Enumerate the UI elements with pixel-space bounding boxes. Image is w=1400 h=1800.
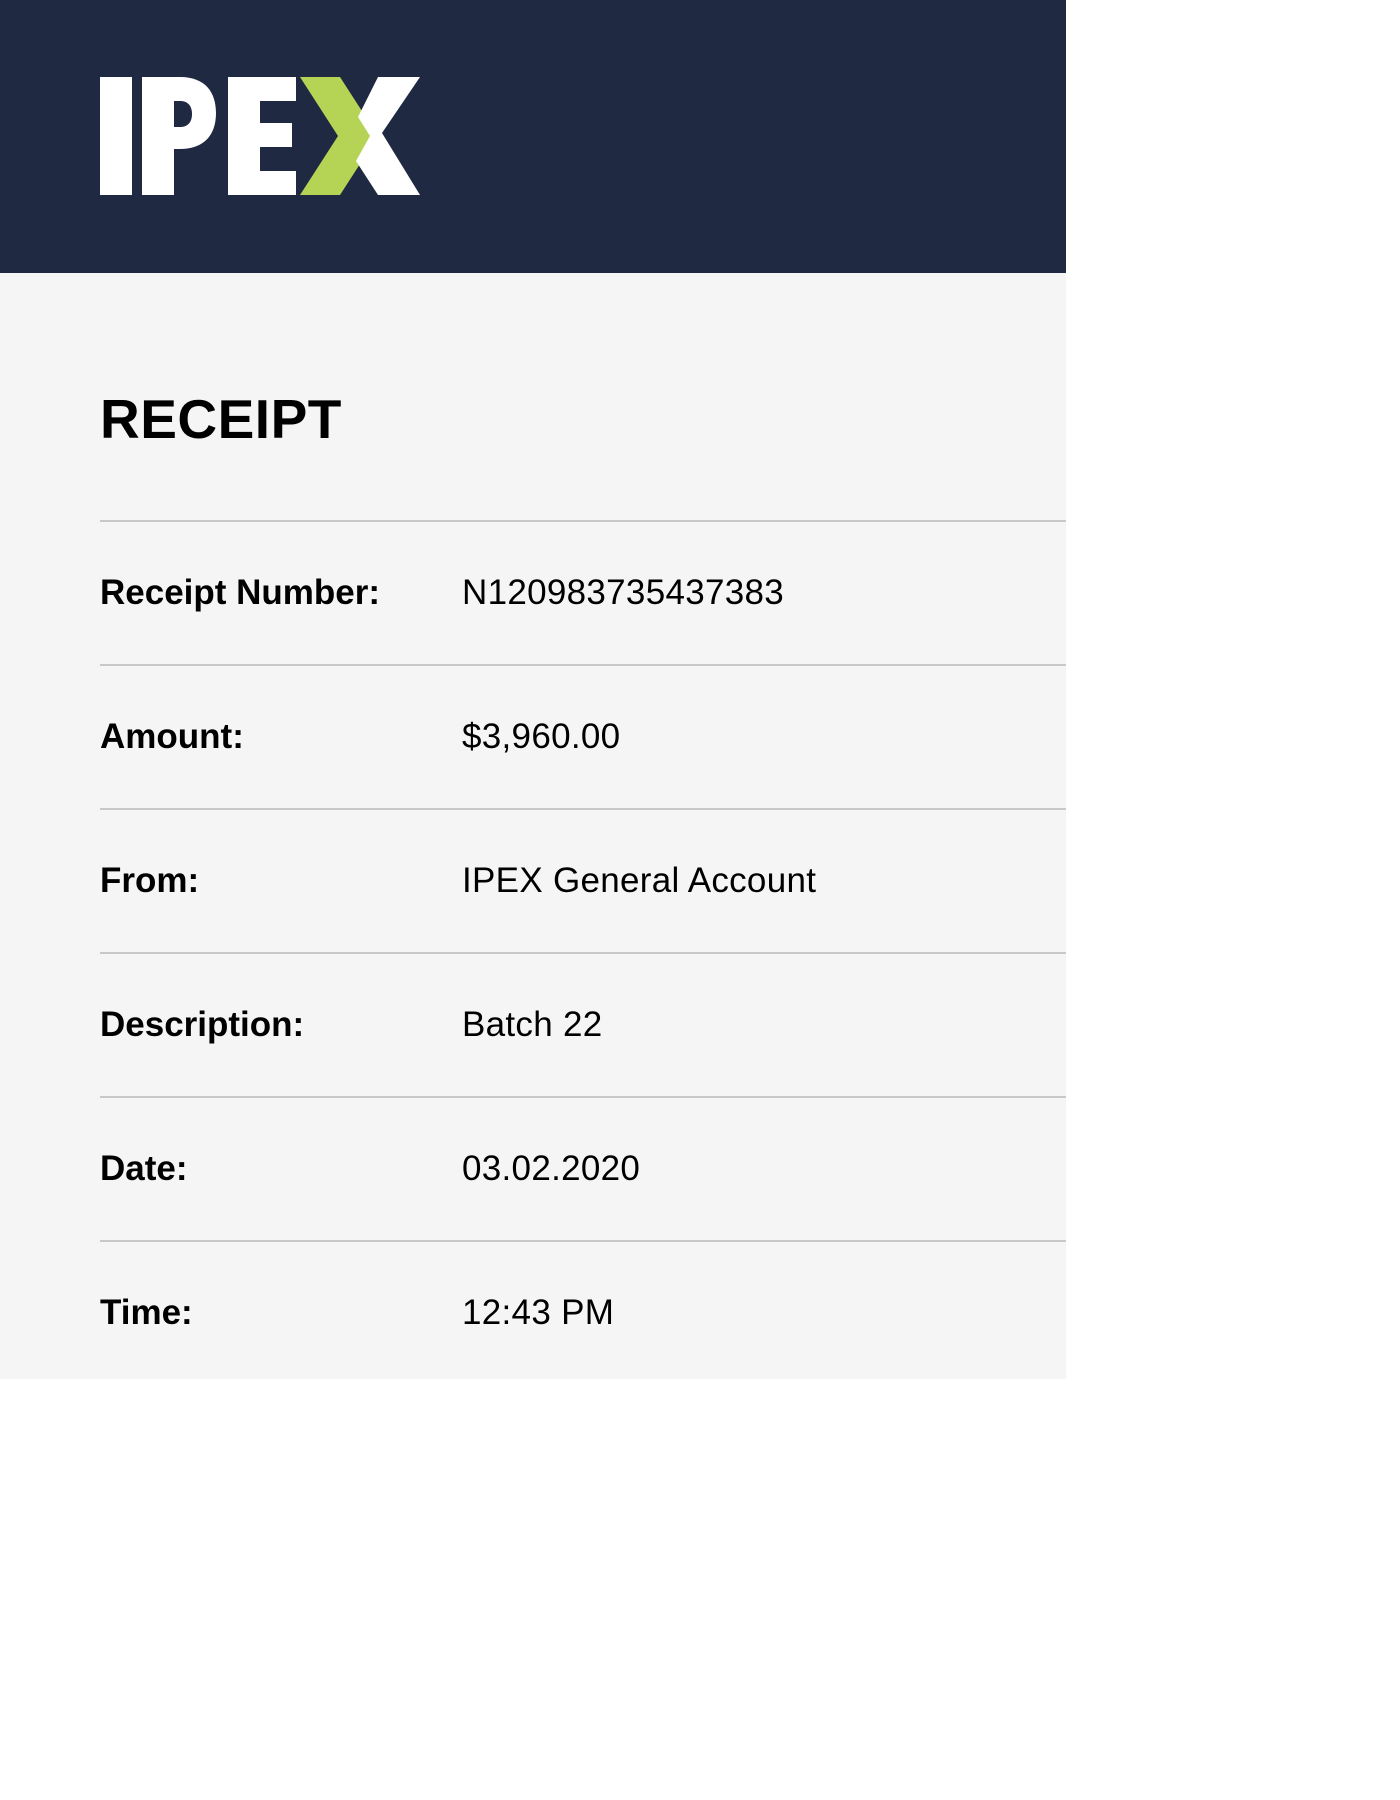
receipt-document: RECEIPT Receipt Number: N120983735437383…: [0, 0, 1066, 1379]
amount-row: Amount: $3,960.00: [100, 664, 1066, 808]
description-row: Description: Batch 22: [100, 952, 1066, 1096]
receipt-title: RECEIPT: [100, 388, 342, 450]
time-row: Time: 12:43 PM: [100, 1240, 1066, 1384]
amount-value: $3,960.00: [462, 717, 621, 756]
receipt-number-value: N120983735437383: [462, 573, 785, 612]
date-label: Date:: [100, 1149, 188, 1188]
receipt-number-label: Receipt Number:: [100, 573, 381, 612]
date-row: Date: 03.02.2020: [100, 1096, 1066, 1240]
from-label: From:: [100, 861, 200, 900]
time-label: Time:: [100, 1293, 193, 1332]
time-value: 12:43 PM: [462, 1293, 615, 1332]
from-value: IPEX General Account: [462, 861, 817, 900]
ipex-logo: [100, 77, 420, 195]
receipt-number-row: Receipt Number: N120983735437383: [100, 520, 1066, 664]
date-value: 03.02.2020: [462, 1149, 641, 1188]
from-row: From: IPEX General Account: [100, 808, 1066, 952]
receipt-header: [0, 0, 1066, 273]
description-label: Description:: [100, 1005, 305, 1044]
description-value: Batch 22: [462, 1005, 603, 1044]
receipt-details: Receipt Number: N120983735437383 Amount:…: [100, 520, 1066, 1384]
amount-label: Amount:: [100, 717, 244, 756]
